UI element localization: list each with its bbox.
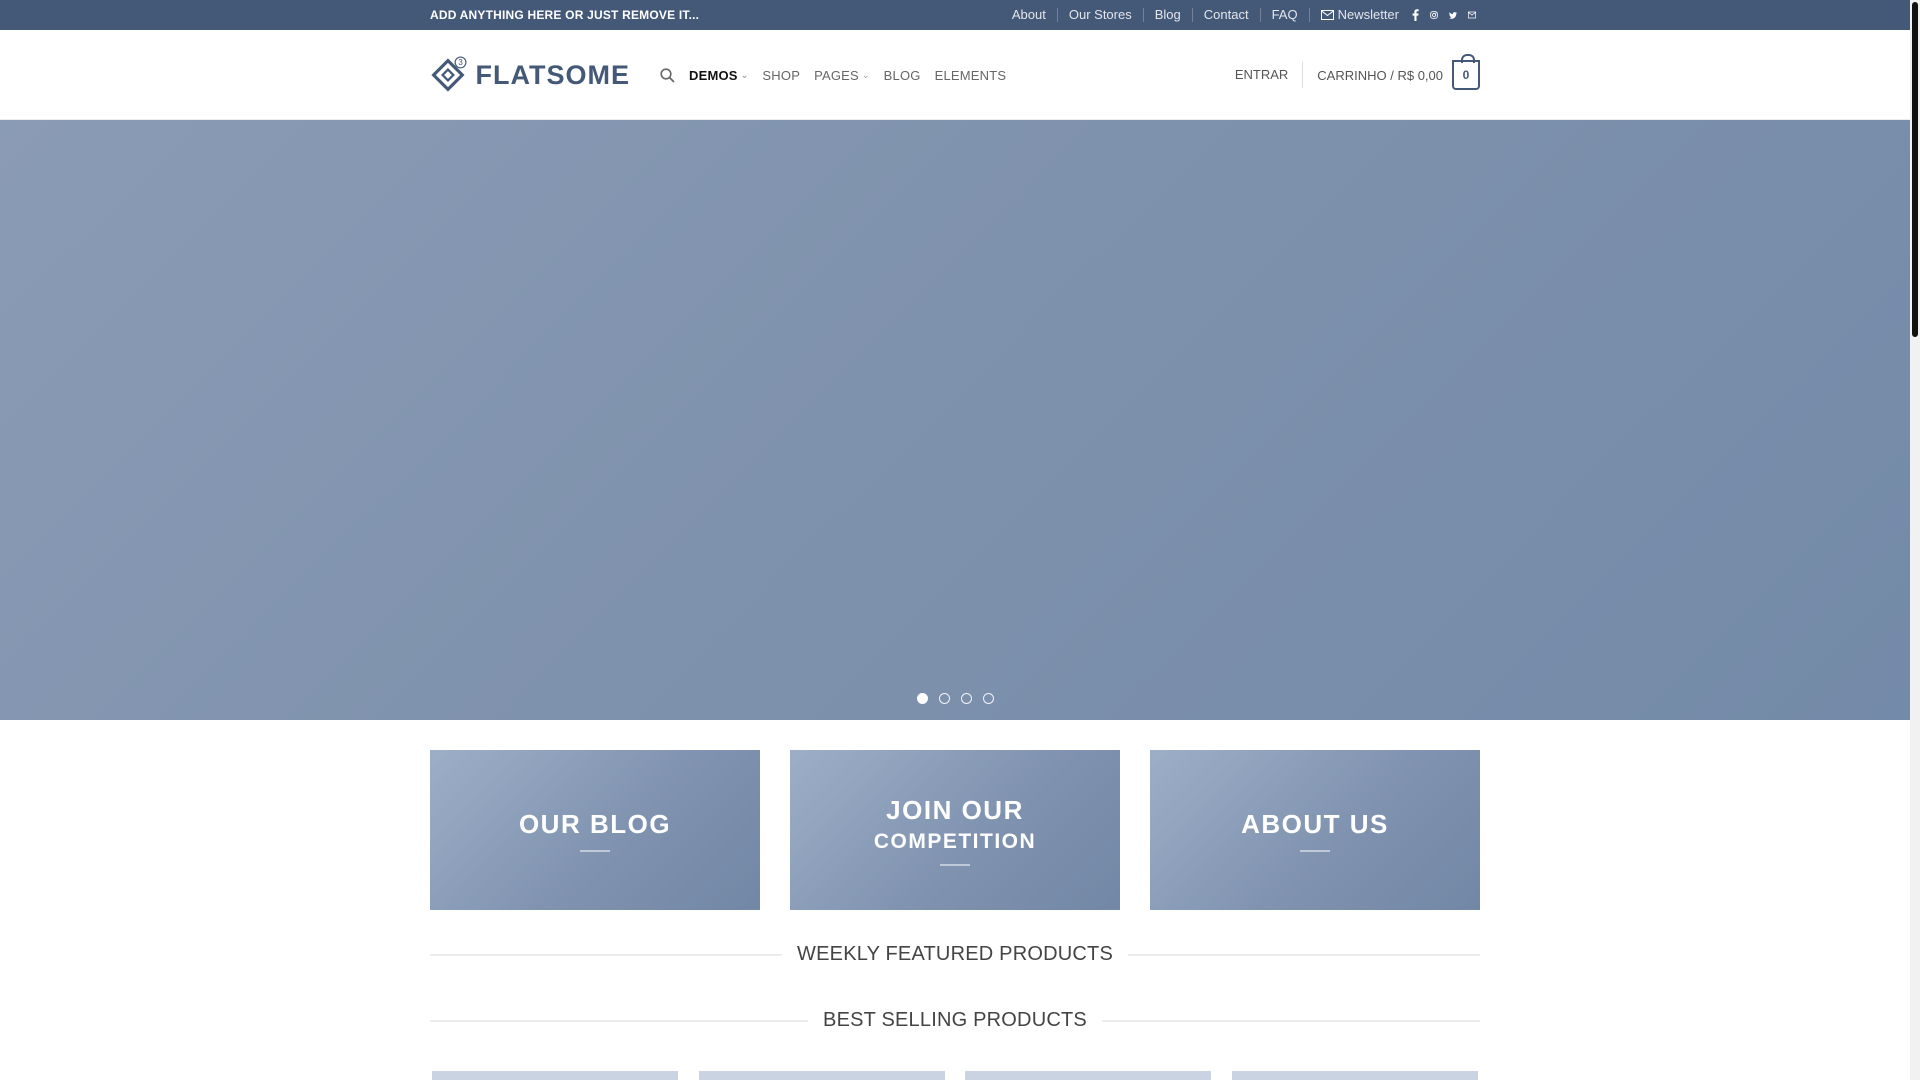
hero-slider[interactable] <box>0 120 1910 720</box>
cart-count-badge: 0 <box>1452 54 1480 90</box>
banner-divider <box>1300 849 1330 852</box>
instagram-icon[interactable] <box>1430 9 1442 21</box>
nav-item-demos-label: DEMOS <box>689 67 738 83</box>
divider-line <box>1127 953 1481 956</box>
top-link-our-stores[interactable]: Our Stores <box>1056 8 1143 22</box>
page-scrollbar[interactable] <box>1910 0 1920 1080</box>
newsletter-label: Newsletter <box>1337 7 1399 22</box>
banner-about-us[interactable]: ABOUT US <box>1150 750 1480 910</box>
page: ADD ANYTHING HERE OR JUST REMOVE IT... A… <box>0 0 1910 1080</box>
banner-title: OUR BLOG <box>518 808 672 839</box>
banner-title: JOIN OUR <box>886 794 1024 825</box>
banner-divider <box>940 863 970 866</box>
section-title-best: BEST SELLING PRODUCTS <box>823 1009 1087 1031</box>
nav-item-demos[interactable]: DEMOS ⌄ <box>689 68 748 83</box>
product-row <box>432 1071 1478 1080</box>
section-weekly-featured: WEEKLY FEATURED PRODUCTS <box>430 943 1481 966</box>
promo-text: ADD ANYTHING HERE OR JUST REMOVE IT... <box>430 8 700 22</box>
divider-line <box>430 953 783 956</box>
nav-item-pages[interactable]: PAGES ⌄ <box>814 68 870 83</box>
scrollbar-thumb[interactable] <box>1912 2 1918 337</box>
nav-item-shop[interactable]: SHOP <box>762 68 800 83</box>
login-link[interactable]: ENTRAR <box>1235 62 1304 88</box>
logo-mark-icon: 3 <box>431 56 467 92</box>
top-link-faq[interactable]: FAQ <box>1259 8 1309 22</box>
main-nav: DEMOS ⌄ SHOP PAGES ⌄ BLOG ELEMENTS <box>660 68 1020 83</box>
slider-dots <box>0 693 1910 704</box>
product-card[interactable] <box>1231 1071 1478 1080</box>
banner-divider <box>580 849 610 852</box>
slider-dot-3[interactable] <box>960 693 972 704</box>
slider-dot-2[interactable] <box>938 693 950 704</box>
top-bar: ADD ANYTHING HERE OR JUST REMOVE IT... A… <box>0 0 1910 30</box>
product-card[interactable] <box>432 1071 678 1080</box>
banner-our-blog[interactable]: OUR BLOG <box>430 750 760 910</box>
divider-line <box>430 1019 809 1022</box>
nav-item-blog[interactable]: BLOG <box>884 68 921 83</box>
cart-link[interactable]: CARRINHO / R$ 0,00 0 <box>1317 54 1480 90</box>
banner-grid: OUR BLOG JOIN OUR COMPETITION ABOUT US <box>430 750 1480 910</box>
header-right: ENTRAR CARRINHO / R$ 0,00 0 <box>1235 54 1480 90</box>
divider-line <box>1101 1019 1480 1022</box>
facebook-icon[interactable] <box>1411 9 1423 21</box>
section-title-weekly: WEEKLY FEATURED PRODUCTS <box>797 943 1113 965</box>
social-icons <box>1411 9 1480 21</box>
search-icon[interactable] <box>660 67 675 83</box>
nav-item-pages-label: PAGES <box>814 67 859 83</box>
nav-item-elements[interactable]: ELEMENTS <box>935 68 1007 83</box>
banner-subtitle: COMPETITION <box>873 829 1037 853</box>
top-link-about[interactable]: About <box>1001 8 1057 22</box>
envelope-icon <box>1320 10 1334 20</box>
top-nav: About Our Stores Blog Contact FAQ Newsle… <box>1001 8 1480 22</box>
product-card[interactable] <box>698 1071 945 1080</box>
chevron-down-icon: ⌄ <box>861 69 870 80</box>
logo-text: FLATSOME <box>475 59 630 90</box>
slider-dot-4[interactable] <box>982 693 994 704</box>
email-icon[interactable] <box>1468 9 1480 21</box>
product-card[interactable] <box>965 1071 1212 1080</box>
slider-dot-1[interactable] <box>916 693 928 704</box>
twitter-icon[interactable] <box>1449 9 1461 21</box>
site-logo[interactable]: 3 FLATSOME <box>430 53 630 97</box>
banner-title: ABOUT US <box>1241 808 1389 839</box>
top-link-contact[interactable]: Contact <box>1191 8 1260 22</box>
section-best-selling: BEST SELLING PRODUCTS <box>430 1009 1480 1032</box>
banner-competition[interactable]: JOIN OUR COMPETITION <box>790 750 1120 910</box>
site-header: 3 FLATSOME DEMOS ⌄ SHOP PAGES ⌄ BLOG ELE… <box>0 30 1910 120</box>
newsletter-link[interactable]: Newsletter <box>1308 7 1407 22</box>
svg-text:3: 3 <box>458 58 463 67</box>
chevron-down-icon: ⌄ <box>740 69 749 80</box>
top-link-blog[interactable]: Blog <box>1142 8 1192 22</box>
cart-label: CARRINHO / R$ 0,00 <box>1317 67 1443 83</box>
